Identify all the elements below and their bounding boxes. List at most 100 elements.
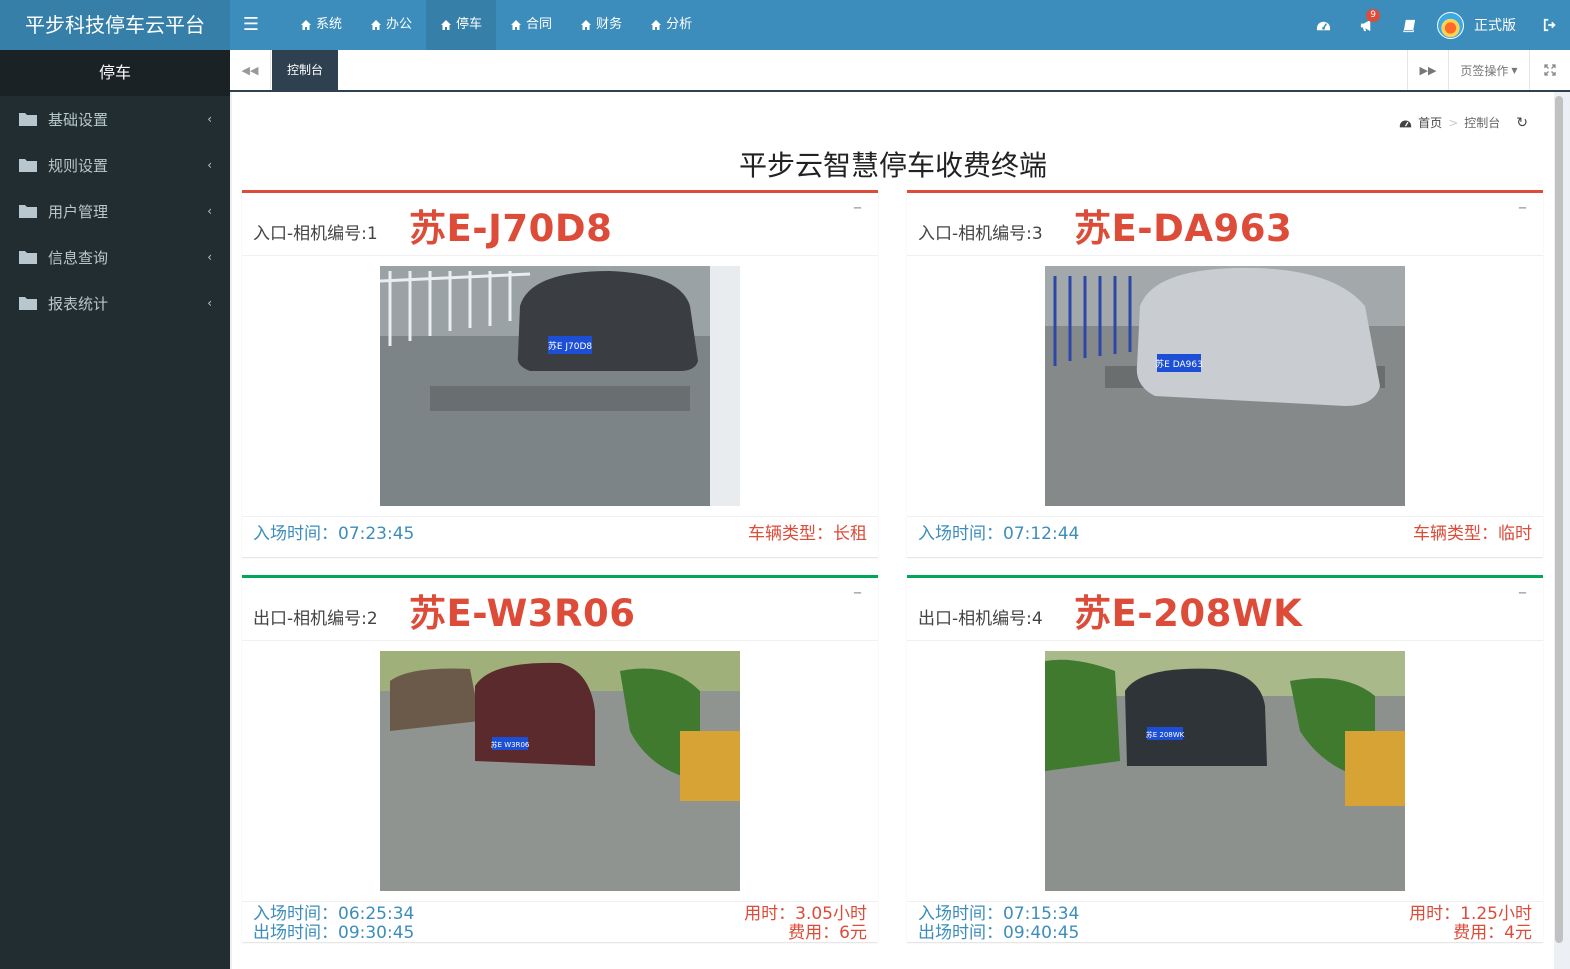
sidebar-item-basic-settings[interactable]: 基础设置 ‹ bbox=[0, 96, 230, 142]
main-content: 首页 > 控制台 ↻ 平步云智慧停车收费终端 入口-相机编号:1 苏E-J70D… bbox=[232, 92, 1554, 969]
sidebar-item-user-management[interactable]: 用户管理 ‹ bbox=[0, 188, 230, 234]
nav-item-contract[interactable]: 合同 bbox=[496, 0, 566, 50]
card-header: 入口-相机编号:1 苏E-J70D8 – bbox=[242, 193, 878, 256]
app-logo-title[interactable]: 平步科技停车云平台 bbox=[0, 0, 230, 50]
photo-plate-text: 苏E DA963 bbox=[1155, 358, 1203, 370]
user-avatar bbox=[1437, 11, 1464, 39]
docs-button[interactable] bbox=[1388, 0, 1431, 50]
vehicle-type: 车辆类型：长租 bbox=[748, 524, 867, 544]
camera-label: 出口-相机编号:2 bbox=[253, 609, 378, 629]
sidebar-menu: 基础设置 ‹ 规则设置 ‹ 用户管理 ‹ 信息查询 ‹ 报表统计 ‹ bbox=[0, 96, 230, 326]
sidebar-item-label: 报表统计 bbox=[48, 294, 109, 313]
license-plate: 苏E-208WK bbox=[1074, 592, 1303, 635]
exit-camera-card-2: 出口-相机编号:2 苏E-W3R06 – 苏E W3R06 入场时间：06:25… bbox=[242, 575, 878, 943]
license-plate: 苏E-J70D8 bbox=[409, 207, 613, 250]
user-menu[interactable]: 正式版 bbox=[1431, 0, 1530, 50]
camera-label: 入口-相机编号:3 bbox=[918, 224, 1043, 244]
chevron-left-icon: ‹ bbox=[207, 112, 212, 126]
exit-camera-card-4: 出口-相机编号:4 苏E-208WK – 苏E 208WK 入场时间：07:15… bbox=[907, 575, 1543, 943]
collapse-button[interactable]: – bbox=[1518, 582, 1527, 603]
folder-icon bbox=[19, 297, 37, 310]
book-icon bbox=[1403, 19, 1416, 32]
tab-scroll-left-button[interactable]: ◀◀ bbox=[230, 50, 271, 90]
card-footer: 入场时间：06:25:34 出场时间：09:30:45 用时：3.05小时 费用… bbox=[242, 901, 878, 943]
entry-camera-card-3: 入口-相机编号:3 苏E-DA963 – 苏E DA963 入场时间：07:12… bbox=[907, 190, 1543, 557]
nav-item-office[interactable]: 办公 bbox=[356, 0, 426, 50]
tab-operations-label: 页签操作 bbox=[1460, 63, 1509, 78]
tab-dashboard[interactable]: 控制台 bbox=[272, 50, 339, 90]
collapse-button[interactable]: – bbox=[853, 197, 862, 218]
sign-out-icon bbox=[1543, 18, 1556, 32]
entry-camera-card-1: 入口-相机编号:1 苏E-J70D8 – 苏E J70D8 入场时间：07:23… bbox=[242, 190, 878, 557]
refresh-icon[interactable]: ↻ bbox=[1516, 115, 1528, 131]
sidebar-item-label: 基础设置 bbox=[48, 110, 109, 129]
nav-item-label: 办公 bbox=[386, 17, 413, 32]
nav-item-system[interactable]: 系统 bbox=[286, 0, 356, 50]
fee: 费用：4元 bbox=[1453, 923, 1532, 943]
chevron-left-icon: ‹ bbox=[207, 204, 212, 218]
fullscreen-button[interactable] bbox=[1529, 50, 1570, 90]
sidebar-item-label: 信息查询 bbox=[48, 248, 109, 267]
photo-plate-text: 苏E 208WK bbox=[1146, 730, 1185, 739]
home-icon bbox=[301, 20, 311, 30]
nav-item-label: 财务 bbox=[596, 17, 623, 32]
chevron-left-icon: ‹ bbox=[207, 296, 212, 310]
card-footer: 入场时间：07:15:34 出场时间：09:40:45 用时：1.25小时 费用… bbox=[907, 901, 1543, 943]
sidebar-item-info-query[interactable]: 信息查询 ‹ bbox=[0, 234, 230, 280]
sidebar-toggle-icon[interactable]: ☰ bbox=[230, 0, 272, 50]
content-scrollbar[interactable] bbox=[1555, 96, 1563, 943]
home-icon bbox=[651, 20, 662, 30]
page-tab-bar: ◀◀ 控制台 ▶▶ 页签操作 ▼ bbox=[230, 50, 1570, 92]
top-navbar: 平步科技停车云平台 ☰ 系统 办公 停车 合同 财务 分析 9 正式版 bbox=[0, 0, 1570, 50]
exit-time: 出场时间：09:40:45 bbox=[918, 923, 1080, 943]
card-header: 出口-相机编号:4 苏E-208WK – bbox=[907, 578, 1543, 641]
home-icon bbox=[441, 20, 452, 30]
tab-bar-tools: ▶▶ 页签操作 ▼ bbox=[1407, 50, 1570, 90]
forward-icon: ▶▶ bbox=[1419, 63, 1437, 77]
camera-snapshot: 苏E 208WK bbox=[1045, 651, 1405, 891]
nav-item-finance[interactable]: 财务 bbox=[566, 0, 636, 50]
nav-item-label: 分析 bbox=[666, 17, 693, 32]
top-module-nav: 系统 办公 停车 合同 财务 分析 bbox=[286, 0, 706, 50]
page-title: 平步云智慧停车收费终端 bbox=[738, 149, 1047, 182]
sidebar-header: 停车 bbox=[0, 50, 230, 96]
card-header: 入口-相机编号:3 苏E-DA963 – bbox=[907, 193, 1543, 256]
folder-icon bbox=[19, 251, 37, 264]
collapse-button[interactable]: – bbox=[853, 582, 862, 603]
collapse-button[interactable]: – bbox=[1518, 197, 1527, 218]
logout-button[interactable] bbox=[1530, 0, 1570, 50]
dashboard-button[interactable] bbox=[1302, 0, 1345, 50]
tab-scroll-right-button[interactable]: ▶▶ bbox=[1407, 50, 1448, 90]
notification-count-badge: 9 bbox=[1366, 9, 1380, 22]
exit-time: 出场时间：09:30:45 bbox=[253, 923, 415, 943]
camera-snapshot: 苏E W3R06 bbox=[380, 651, 740, 891]
chevron-left-icon: ‹ bbox=[207, 158, 212, 172]
sidebar: 停车 基础设置 ‹ 规则设置 ‹ 用户管理 ‹ 信息查询 ‹ 报表统计 ‹ bbox=[0, 50, 230, 969]
photo-plate-text: 苏E J70D8 bbox=[548, 340, 593, 352]
time-info: 入场时间：06:25:34 出场时间：09:30:45 bbox=[253, 905, 414, 943]
sidebar-item-label: 规则设置 bbox=[48, 156, 109, 175]
folder-icon bbox=[19, 113, 37, 126]
entry-time: 入场时间：07:15:34 bbox=[918, 904, 1080, 924]
dashboard-icon bbox=[1399, 120, 1412, 128]
nav-item-label: 停车 bbox=[456, 17, 483, 32]
home-icon bbox=[581, 20, 592, 30]
card-footer: 入场时间：07:12:44 车辆类型：临时 bbox=[907, 516, 1543, 558]
nav-item-label: 合同 bbox=[526, 17, 553, 32]
card-footer: 入场时间：07:23:45 车辆类型：长租 bbox=[242, 516, 878, 558]
entry-time: 入场时间：07:12:44 bbox=[918, 524, 1080, 544]
sidebar-item-reports[interactable]: 报表统计 ‹ bbox=[0, 280, 230, 326]
user-label: 正式版 bbox=[1474, 18, 1516, 34]
breadcrumb-home-link[interactable]: 首页 bbox=[1418, 114, 1442, 131]
notifications-button[interactable]: 9 bbox=[1345, 0, 1388, 50]
tab-operations-dropdown[interactable]: 页签操作 ▼ bbox=[1448, 50, 1529, 90]
nav-item-parking[interactable]: 停车 bbox=[426, 0, 497, 50]
photo-plate-text: 苏E W3R06 bbox=[491, 740, 530, 749]
license-plate: 苏E-DA963 bbox=[1074, 207, 1293, 250]
sidebar-item-rule-settings[interactable]: 规则设置 ‹ bbox=[0, 142, 230, 188]
license-plate: 苏E-W3R06 bbox=[409, 592, 636, 635]
time-info: 入场时间：07:15:34 出场时间：09:40:45 bbox=[918, 905, 1079, 943]
camera-snapshot: 苏E DA963 bbox=[1045, 266, 1405, 506]
fee-info: 用时：3.05小时 费用：6元 bbox=[744, 905, 867, 943]
nav-item-analysis[interactable]: 分析 bbox=[636, 0, 706, 50]
